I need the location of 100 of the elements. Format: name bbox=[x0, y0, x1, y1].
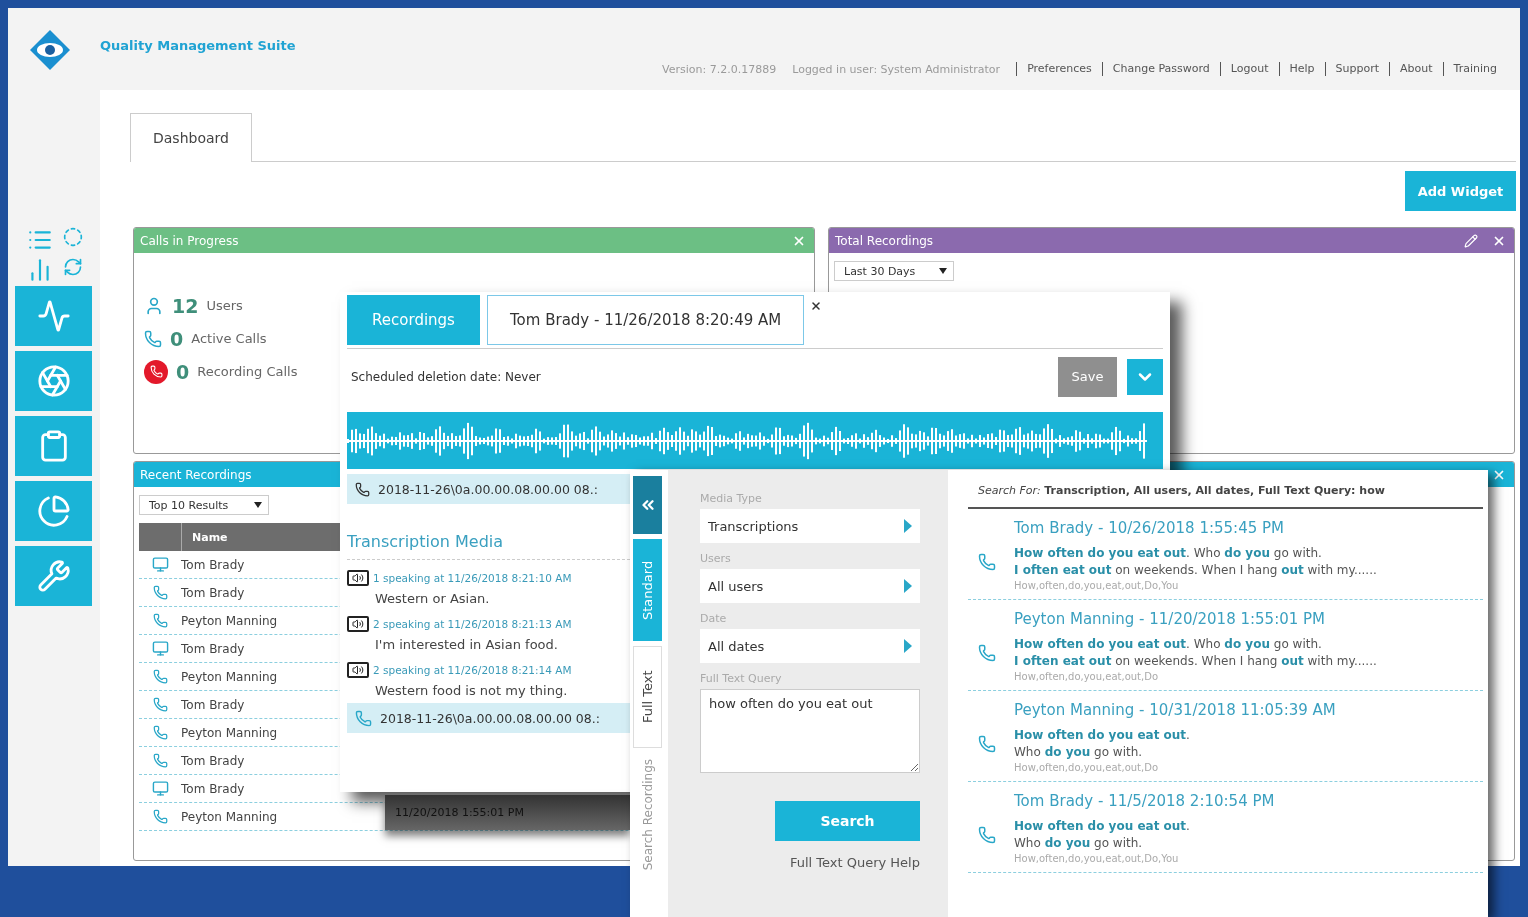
monitor-icon bbox=[151, 556, 169, 573]
wrench-button[interactable] bbox=[15, 546, 92, 606]
phone-icon bbox=[152, 697, 168, 712]
widget-title: Recent Recordings bbox=[140, 467, 252, 482]
stat-label: Active Calls bbox=[191, 331, 267, 346]
header-link[interactable]: Logout bbox=[1219, 62, 1279, 76]
phone-icon bbox=[152, 669, 168, 684]
phone-icon bbox=[355, 709, 372, 727]
person-icon bbox=[144, 295, 164, 316]
phone-icon bbox=[152, 725, 168, 740]
result-snippet: How often do you eat out. bbox=[1014, 819, 1191, 833]
header-link[interactable]: Change Password bbox=[1101, 62, 1220, 76]
select-field[interactable]: Transcriptions bbox=[700, 509, 920, 543]
header-link[interactable]: Preferences bbox=[1016, 62, 1102, 76]
transcript-text: I'm interested in Asian food. bbox=[374, 636, 559, 652]
field-label: Date bbox=[700, 612, 728, 625]
wrench-icon bbox=[36, 559, 71, 593]
monitor-icon bbox=[151, 780, 169, 797]
table-cell[interactable]: Peyton Manning bbox=[181, 725, 278, 740]
clipboard-button[interactable] bbox=[15, 416, 92, 476]
stat-count: 0 bbox=[176, 360, 190, 383]
pie-chart-icon bbox=[36, 494, 71, 528]
result-snippet: How often do you eat out. Who do you go with. bbox=[1014, 546, 1323, 560]
deletion-date: Scheduled deletion date: Never bbox=[350, 369, 541, 384]
pencil-icon[interactable] bbox=[1464, 233, 1478, 248]
phone-icon bbox=[152, 613, 168, 628]
table-cell[interactable]: Peyton Manning bbox=[181, 809, 278, 824]
dropdown-arrow-icon bbox=[254, 502, 262, 508]
close-icon[interactable] bbox=[810, 300, 823, 312]
widget-title: Calls in Progress bbox=[140, 233, 239, 248]
table-cell[interactable]: Peyton Manning bbox=[181, 669, 278, 684]
version-text: Version: 7.2.0.17889 bbox=[662, 62, 777, 76]
pie-chart-button[interactable] bbox=[15, 481, 92, 541]
header-link[interactable]: Support bbox=[1324, 62, 1390, 76]
header-link[interactable]: Help bbox=[1278, 62, 1325, 76]
arrow-right-icon bbox=[904, 519, 912, 533]
recording-item[interactable]: 2018-11-26\0a.00.00.08.00.00 08.: bbox=[347, 703, 630, 733]
results-select[interactable]: Top 10 Results bbox=[139, 495, 269, 515]
vertical-tab[interactable]: Full Text bbox=[633, 646, 662, 748]
logged-in-user: Logged in user: System Administrator bbox=[792, 62, 1001, 76]
speaker-time: 2 speaking at 11/26/2018 8:21:13 AM bbox=[373, 618, 572, 630]
logo-icon bbox=[28, 28, 72, 72]
table-cell[interactable]: Tom Brady bbox=[181, 641, 245, 656]
dropdown-arrow-icon bbox=[939, 268, 947, 274]
widget-title: Total Recordings bbox=[835, 233, 934, 248]
result-snippet: Who do you go with. bbox=[1014, 836, 1144, 850]
help-link[interactable]: Full Text Query Help bbox=[789, 855, 920, 870]
tab[interactable]: Tom Brady - 11/26/2018 8:20:49 AM bbox=[487, 295, 805, 345]
phone-icon bbox=[355, 481, 370, 497]
refresh-icon[interactable] bbox=[63, 257, 83, 277]
field-label: Full Text Query bbox=[700, 672, 783, 685]
select-field[interactable]: All users bbox=[700, 569, 920, 603]
column-header: Name bbox=[191, 529, 228, 546]
result-snippet: I often eat out on weekends. When I hang out with my...... bbox=[1014, 563, 1377, 577]
phone-icon bbox=[152, 809, 168, 824]
activity-button[interactable] bbox=[15, 286, 92, 346]
field-label: Media Type bbox=[700, 492, 763, 505]
monitor-icon bbox=[151, 640, 169, 657]
phone-icon bbox=[144, 359, 168, 384]
film-reel-button[interactable] bbox=[15, 351, 92, 411]
table-cell[interactable]: Tom Brady bbox=[181, 697, 245, 712]
speaker-icon[interactable] bbox=[347, 570, 369, 586]
pulse-icon bbox=[36, 299, 71, 333]
collapse-button[interactable] bbox=[633, 476, 662, 534]
circle-icon[interactable] bbox=[63, 227, 83, 247]
result-keywords: How,often,do,you,eat,out,Do bbox=[1014, 671, 1159, 682]
telephone-icon bbox=[978, 553, 996, 571]
recording-item[interactable]: 2018-11-26\0a.00.00.08.00.00 08.: bbox=[347, 474, 630, 504]
speaker-icon[interactable] bbox=[347, 662, 369, 678]
speaker-icon[interactable] bbox=[347, 616, 369, 632]
search-summary: Search For: Transcription, All users, All dates, Full Text Query: how bbox=[968, 470, 1483, 509]
arrow-right-icon bbox=[904, 639, 912, 653]
speaker-time: 2 speaking at 11/26/2018 8:21:14 AM bbox=[373, 664, 572, 676]
telephone-icon bbox=[978, 644, 996, 662]
header-link[interactable]: Training bbox=[1442, 62, 1497, 76]
arrow-right-icon bbox=[904, 579, 912, 593]
table-cell[interactable]: Tom Brady bbox=[181, 753, 245, 768]
phone-icon bbox=[152, 585, 168, 600]
table-cell[interactable]: Peyton Manning bbox=[181, 613, 278, 628]
panel-title: Search Recordings bbox=[639, 759, 656, 871]
table-cell[interactable]: Tom Brady bbox=[181, 585, 245, 600]
select-field[interactable]: All dates bbox=[700, 629, 920, 663]
stat-label: Users bbox=[206, 298, 243, 313]
stat-count: 12 bbox=[172, 294, 199, 317]
header-link[interactable]: About bbox=[1389, 62, 1443, 76]
telephone-icon bbox=[978, 826, 996, 844]
phone-icon bbox=[152, 753, 168, 768]
dropdown-button[interactable] bbox=[1127, 358, 1163, 395]
table-cell[interactable]: Tom Brady bbox=[181, 781, 245, 796]
range-select[interactable]: Last 30 Days bbox=[834, 261, 954, 281]
tab[interactable]: Dashboard bbox=[130, 113, 252, 162]
result-snippet: How often do you eat out. bbox=[1014, 728, 1191, 742]
aperture-icon bbox=[36, 364, 71, 398]
query-field[interactable]: how often do you eat out bbox=[700, 689, 920, 773]
date-caption: 11/20/2018 1:55:01 PM bbox=[385, 795, 630, 830]
transcript-text: Western or Asian. bbox=[374, 590, 491, 606]
result-snippet: Who do you go with. bbox=[1014, 745, 1144, 759]
transcript-text: Western food is not my thing. bbox=[374, 682, 569, 698]
result-keywords: How,often,do,you,eat,out,Do bbox=[1014, 762, 1159, 773]
table-cell[interactable]: Tom Brady bbox=[181, 557, 245, 572]
